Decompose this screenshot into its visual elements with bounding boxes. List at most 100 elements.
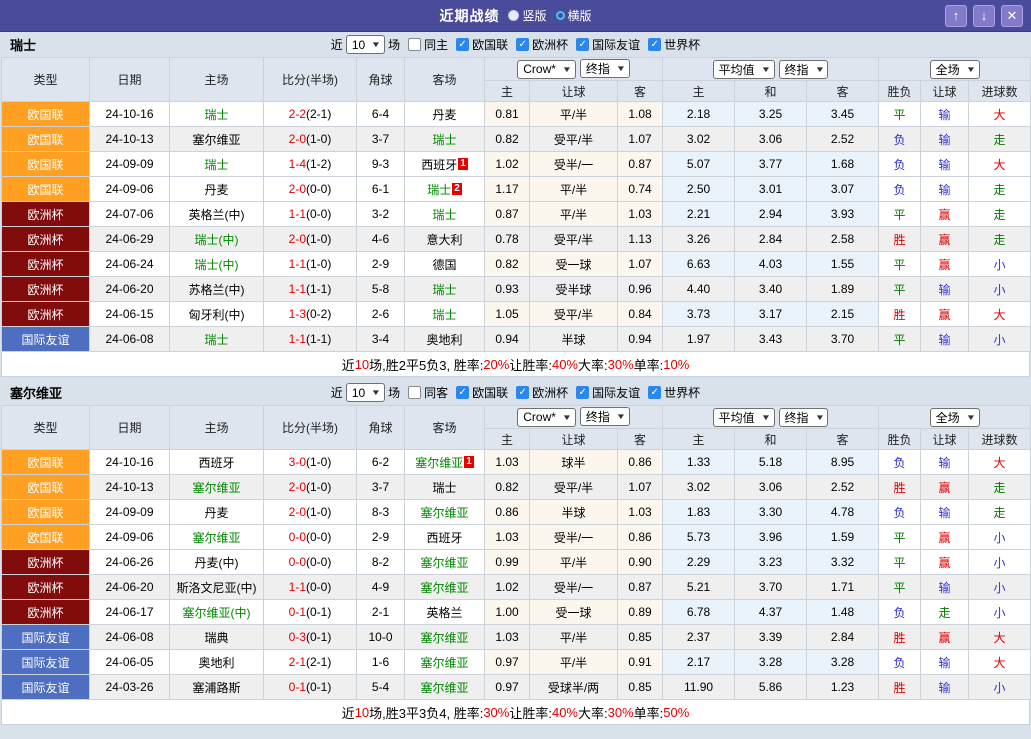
away-team-cell: 意大利	[404, 226, 485, 252]
same-venue-checkbox[interactable]	[408, 38, 422, 51]
corner-cell: 2-6	[356, 301, 405, 327]
avg-away-odds-cell: 3.32	[806, 549, 880, 575]
crown-home-odds-cell: 1.03	[484, 524, 530, 550]
match-count-select[interactable]: 10 ▼	[345, 383, 386, 402]
average-odds-select[interactable]: 平均值 ▼	[712, 59, 775, 79]
same-venue-label: 同主	[424, 38, 449, 52]
halftime-score: (1-0)	[306, 232, 332, 246]
away-team-cell: 塞尔维亚	[404, 549, 485, 575]
avg-home-odds-cell: 5.21	[662, 574, 736, 600]
crown-home-odds-cell: 0.82	[484, 474, 530, 500]
halftime-score: (2-1)	[306, 107, 332, 121]
crown-home-odds-cell: 0.82	[484, 126, 530, 152]
crown-home-odds-cell: 0.81	[484, 101, 530, 127]
team-name: 瑞士	[10, 38, 37, 53]
crown-home-odds-cell: 0.87	[484, 201, 530, 227]
radio-vertical[interactable]: 竖版	[508, 7, 547, 24]
team-name-text: 瑞士	[204, 107, 229, 122]
competition-checkbox-1[interactable]: ✓	[516, 38, 530, 51]
halftime-score: (1-1)	[306, 282, 332, 296]
col-header-avg-away: 客	[806, 428, 880, 450]
filter-controls: 近 10 ▼ 场同客 ✓ 欧国联 ✓ 欧洲杯 ✓ 国际友谊 ✓ 世界杯	[331, 383, 700, 402]
crown-away-odds-cell: 1.07	[616, 251, 664, 277]
match-count-select[interactable]: 10 ▼	[345, 35, 386, 54]
handicap-result-cell: 输	[920, 176, 970, 202]
same-venue-checkbox[interactable]	[408, 386, 422, 399]
competition-checkbox-0[interactable]: ✓	[456, 386, 470, 399]
competition-checkbox-0[interactable]: ✓	[456, 38, 470, 51]
red-badge: 2	[452, 182, 462, 195]
avg-home-odds-cell: 2.50	[662, 176, 736, 202]
match-row: 欧国联 24-10-16 西班牙 3-0(1-0) 6-2 塞尔维亚 1 1.03 球半 0.86…	[1, 449, 1031, 475]
close-button[interactable]: ✕	[1001, 4, 1023, 27]
final-average-select[interactable]: 终指 ▼	[778, 407, 829, 427]
team-name-text: 塞尔维亚	[420, 680, 469, 695]
match-row: 欧国联 24-09-09 瑞士 1-4(1-2) 9-3 西班牙 1 1.02 受半/一 0.87…	[1, 151, 1031, 177]
games-label: 场	[388, 386, 401, 400]
halftime-score: (0-2)	[306, 307, 332, 321]
fulltime-score: 1-4	[288, 157, 306, 171]
team-name-text: 瑞士	[432, 307, 457, 322]
avg-away-odds-cell: 2.15	[806, 301, 880, 327]
avg-home-odds-cell: 1.83	[662, 499, 736, 525]
team-name-text: 瑞士	[432, 282, 457, 297]
fulltime-select[interactable]: 全场 ▼	[929, 59, 980, 79]
col-header-away-odds: 客	[616, 428, 664, 450]
red-badge: 1	[464, 455, 474, 468]
competition-checkbox-3[interactable]: ✓	[648, 38, 662, 51]
away-team-cell: 瑞士	[404, 201, 485, 227]
goals-result-cell: 走	[968, 226, 1031, 252]
average-odds-select[interactable]: 平均值 ▼	[712, 407, 775, 427]
score-cell: 1-4(1-2)	[263, 151, 357, 177]
final-average-select[interactable]: 终指 ▼	[778, 59, 829, 79]
competition-checkbox-2[interactable]: ✓	[576, 38, 590, 51]
avg-home-odds-cell: 3.02	[662, 474, 736, 500]
crown-odds-select[interactable]: Crow* ▼	[517, 59, 576, 79]
home-team-cell: 塞尔维亚	[169, 524, 264, 550]
match-type-cell: 欧国联	[1, 151, 90, 177]
col-header-handicap-result: 让球	[920, 428, 970, 450]
outcome-cell: 平	[878, 276, 922, 302]
window-buttons: ↑ ↓ ✕	[945, 4, 1031, 27]
summary-text: 50%	[663, 704, 690, 720]
final-odds-select[interactable]: 终指 ▼	[579, 59, 630, 79]
team-name-text: 塞尔维亚	[420, 655, 469, 670]
home-team-cell: 英格兰(中)	[169, 201, 264, 227]
summary-text: 20%	[483, 356, 510, 372]
outcome-cell: 负	[878, 449, 922, 475]
home-team-cell: 丹麦(中)	[169, 549, 264, 575]
radio-horizontal[interactable]: 横版	[555, 7, 592, 24]
fulltime-score: 1-1	[288, 332, 306, 346]
crown-handicap-cell: 平/半	[529, 649, 618, 675]
move-down-button[interactable]: ↓	[973, 4, 995, 27]
match-type-cell: 欧洲杯	[1, 574, 90, 600]
goals-result-cell: 走	[968, 176, 1031, 202]
crown-handicap-cell: 受平/半	[529, 474, 618, 500]
match-type-cell: 国际友谊	[1, 674, 90, 700]
fulltime-select[interactable]: 全场 ▼	[929, 407, 980, 427]
match-row: 欧国联 24-10-13 塞尔维亚 2-0(1-0) 3-7 瑞士 0.82 受平/半 1.07…	[1, 474, 1031, 500]
fulltime-score: 0-1	[288, 680, 306, 694]
crown-home-odds-cell: 1.17	[484, 176, 530, 202]
home-team-cell: 西班牙	[169, 449, 264, 475]
crown-odds-select[interactable]: Crow* ▼	[517, 407, 576, 427]
avg-draw-odds-cell: 3.39	[734, 624, 808, 650]
chevron-down-icon: ▼	[814, 412, 825, 422]
away-team-cell: 瑞士 2	[404, 176, 485, 202]
away-team-cell: 德国	[404, 251, 485, 277]
crown-handicap-cell: 平/半	[529, 201, 618, 227]
away-team-cell: 塞尔维亚	[404, 624, 485, 650]
competition-checkbox-3[interactable]: ✓	[648, 386, 662, 399]
move-up-button[interactable]: ↑	[945, 4, 967, 27]
competition-checkbox-2[interactable]: ✓	[576, 386, 590, 399]
team-name-text: 西班牙	[198, 455, 235, 470]
col-header-handicap: 让球	[529, 80, 618, 102]
avg-home-odds-cell: 2.17	[662, 649, 736, 675]
home-team-cell: 瑞士	[169, 101, 264, 127]
header-row-1: 类型 日期 主场 比分(半场) 角球 客场 Crow* ▼ 终指 ▼ 平均值 ▼ 终指 ▼ 全场 ▼	[1, 57, 1031, 102]
halftime-score: (0-1)	[306, 605, 332, 619]
final-odds-select[interactable]: 终指 ▼	[579, 407, 630, 427]
avg-away-odds-cell: 8.95	[806, 449, 880, 475]
competition-checkbox-1[interactable]: ✓	[516, 386, 530, 399]
match-count-select-value: 10	[351, 37, 366, 52]
